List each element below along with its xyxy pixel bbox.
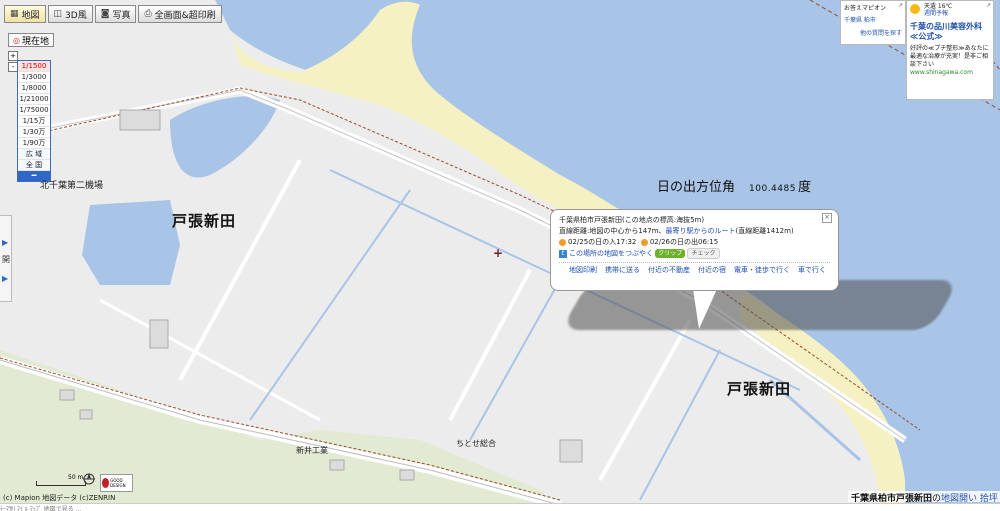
good-design-label: GOOD DESIGN — [110, 478, 126, 488]
sunrise-direction-label: 日の出方位角 — [657, 180, 736, 195]
car-route-link[interactable]: 車で行く — [798, 265, 826, 276]
close-icon[interactable]: × — [822, 213, 832, 223]
scale-option-national[interactable]: 全 国 — [18, 160, 50, 171]
train-walk-route-link[interactable]: 電車・徒歩で行く — [734, 265, 790, 276]
nearby-real-estate-link[interactable]: 付近の不動産 — [648, 265, 690, 276]
sunrise-icon — [640, 238, 648, 246]
3d-mode-label: 3D風 — [65, 10, 87, 21]
fullscreen-print-button[interactable]: ⎙ 全画面&超印刷 — [138, 5, 222, 23]
check-button[interactable]: チェック — [687, 248, 720, 259]
zoom-control: + - 1/1500 1/3000 1/8000 1/21000 1/75000… — [6, 50, 51, 182]
share-row: t この場所の地図をつぶやく クリップ チェック — [559, 248, 830, 260]
facility-label: 北千葉第二機場 — [40, 181, 104, 191]
external-link-icon: ↗ — [897, 2, 903, 9]
cube-icon: ◫ — [53, 9, 63, 19]
side-panel-tab[interactable]: ▶ 開 ▶ — [0, 215, 12, 302]
map-icon: ▦ — [10, 9, 19, 19]
qa-area-link[interactable]: 千葉県 柏市 — [844, 15, 902, 24]
tweet-icon: t — [559, 249, 567, 258]
sunset-time: 02/25の日の入17:32 — [568, 238, 637, 246]
scale-option-wide[interactable]: 広 域 — [18, 149, 50, 160]
weekly-forecast-link[interactable]: 週間予報 — [924, 10, 952, 17]
scale-option[interactable]: 1/30万 — [18, 127, 50, 138]
nearby-hotels-link[interactable]: 付近の宿 — [698, 265, 726, 276]
sunrise-time: 02/26の日の出06:15 — [649, 238, 719, 246]
sunset-icon — [559, 238, 566, 246]
map-canvas[interactable]: ▦ 地図 ◫ 3D風 ◙ 写真 ⎙ 全画面&超印刷 ◎ 現在地 + - 1/15… — [0, 0, 1000, 511]
external-link-icon: ↗ — [985, 2, 991, 9]
popup-divider — [559, 261, 830, 263]
qa-ad-box[interactable]: ↗ お答えマピオン 千葉県 柏市 他の質問を探す — [840, 0, 906, 45]
scale-option[interactable]: 1/75000 — [18, 105, 50, 116]
popup-actions: 地図印刷 携帯に送る 付近の不動産 付近の宿 電車・徒歩で行く 車で行く — [559, 265, 830, 276]
distance-straight: (直線距離1412m) — [735, 227, 794, 235]
map-scale-bar — [36, 481, 86, 486]
scale-option[interactable]: 1/8000 — [18, 83, 50, 94]
map-mode-button[interactable]: ▦ 地図 — [4, 5, 46, 23]
weather-text: 天遺 16℃ — [924, 3, 953, 10]
sun-times: 02/25の日の入17:32 02/26の日の出06:15 — [559, 237, 830, 248]
nursery-label: ちとせ総合 — [456, 439, 496, 448]
scale-option[interactable]: 1/90万 — [18, 138, 50, 149]
distance-info: 直線距離:地図の中心から147m、最寄り駅からのルート(直線距離1412m) — [559, 226, 830, 237]
distance-text: 直線距離:地図の中心から147m、 — [559, 227, 666, 235]
print-map-link[interactable]: 地図印刷 — [569, 265, 597, 276]
sunrise-direction: 日の出方位角 100.4485 度 — [657, 176, 811, 195]
sun-icon — [910, 4, 920, 14]
nearest-station-route-link[interactable]: 最寄り駅からのルート — [666, 227, 736, 235]
sponsored-ad-box[interactable]: ↗ 天遺 16℃ 週間予報 千葉の品川美容外科≪公式≫ 好評の≪プチ整形≫あなた… — [906, 0, 994, 100]
ad-headline[interactable]: 千葉の品川美容外科≪公式≫ — [910, 22, 990, 42]
center-crosshair-icon: + — [493, 246, 504, 260]
qa-title: お答えマピオン — [844, 5, 887, 12]
location-info-popup: × 千葉県柏市戸張新田(この地点の標高:海抜5m) 直線距離:地図の中心から14… — [550, 209, 839, 291]
area-name-label: 戸張新田 — [172, 212, 237, 230]
sunrise-direction-unit: 度 — [797, 180, 811, 195]
3d-mode-button[interactable]: ◫ 3D風 — [47, 5, 93, 23]
qa-search-link[interactable]: 他の質問を探す — [844, 28, 902, 37]
map-mode-toolbar: ▦ 地図 ◫ 3D風 ◙ 写真 ⎙ 全画面&超印刷 — [4, 5, 222, 25]
printer-icon: ⎙ — [144, 9, 152, 19]
scale-option[interactable]: 1/21000 — [18, 94, 50, 105]
fullscreen-print-label: 全画面&超印刷 — [154, 10, 216, 21]
target-icon: ◎ — [13, 35, 20, 45]
send-to-mobile-link[interactable]: 携帯に送る — [605, 265, 640, 276]
good-design-mark-icon — [102, 478, 110, 488]
current-location-button[interactable]: ◎ 現在地 — [8, 33, 54, 47]
ad-body: 好評の≪プチ整形≫あなたに最適な治療が充実！是非ご相談下さい — [910, 45, 989, 68]
clip-button[interactable]: クリップ — [655, 249, 686, 258]
weather-widget: 天遺 16℃ 週間予報 — [910, 3, 990, 17]
map-mode-label: 地図 — [21, 10, 40, 21]
factory-label: 新井工業 — [296, 446, 328, 455]
arrow-right-icon: ▶ — [2, 238, 9, 247]
location-elevation: 千葉県柏市戸張新田(この地点の標高:海抜5m) — [559, 216, 705, 224]
current-location-label: 現在地 — [21, 36, 49, 47]
camera-icon: ◙ — [100, 9, 110, 19]
scale-option[interactable]: 1/15万 — [18, 116, 50, 127]
map-scale-label: 50 m — [68, 474, 84, 481]
ad-url[interactable]: www.shinagawa.com — [910, 69, 990, 76]
address-bar: 千葉県柏市戸張新田の地図開い 拾坪 — [848, 491, 1000, 504]
map-copyright: (c) Mapion 地図データ (c)ZENRIN — [3, 494, 116, 502]
scale-option[interactable]: 1/1500 — [18, 61, 50, 72]
bottom-link-strip: ﾃｰﾏ別 ﾏｲ ﾙ ﾏｯﾌﾟ 地図で見る ... — [0, 503, 1000, 511]
arrow-right-icon: ▶ — [2, 274, 9, 283]
scale-list: 1/1500 1/3000 1/8000 1/21000 1/75000 1/1… — [17, 60, 51, 182]
photo-mode-label: 写真 — [112, 10, 131, 21]
area-name-label: 戸張新田 — [727, 380, 792, 398]
popup-tail — [693, 289, 717, 329]
tweet-location-link[interactable]: この場所の地図をつぶやく — [569, 250, 653, 258]
photo-mode-button[interactable]: ◙ 写真 — [94, 5, 137, 23]
good-design-logo: GOOD DESIGN — [100, 474, 133, 492]
scale-option[interactable]: 1/3000 — [18, 72, 50, 83]
side-panel-label: 開 — [2, 255, 10, 264]
sunrise-direction-value: 100.4485 — [749, 184, 796, 194]
